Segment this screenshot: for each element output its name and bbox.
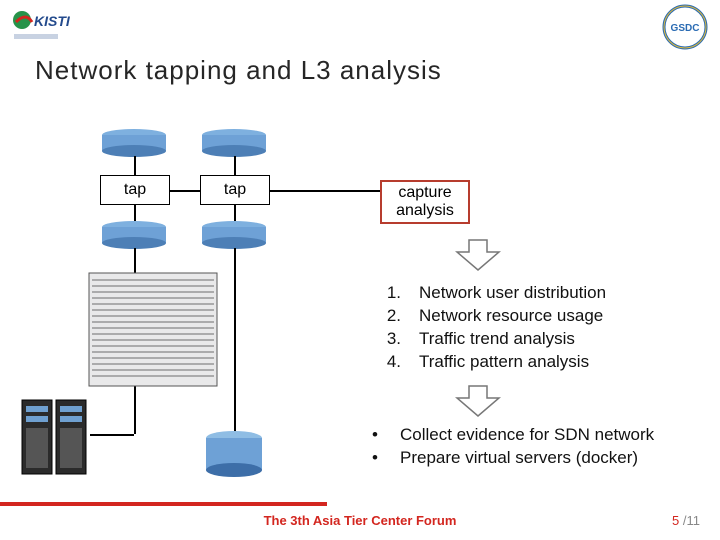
storage-rack-icon bbox=[88, 272, 218, 392]
database-icon bbox=[204, 430, 264, 478]
network-device-icon bbox=[100, 220, 168, 250]
kisti-logo: KISTI bbox=[10, 8, 90, 47]
list-item: 4.Traffic pattern analysis bbox=[385, 351, 606, 374]
page-number: 5 /11 bbox=[672, 513, 700, 528]
next-steps-list: •Collect evidence for SDN network •Prepa… bbox=[370, 424, 654, 470]
gsdc-logo: GSDC bbox=[662, 4, 708, 55]
tap-box-1: tap bbox=[100, 175, 170, 205]
network-diagram: tap tap capture analysis bbox=[60, 120, 380, 490]
tap-label: tap bbox=[124, 181, 146, 199]
svg-text:KISTI: KISTI bbox=[34, 13, 71, 29]
list-item: 3.Traffic trend analysis bbox=[385, 328, 606, 351]
capture-analysis-label: capture analysis bbox=[396, 184, 454, 219]
list-item: •Collect evidence for SDN network bbox=[370, 424, 654, 447]
arrow-down-icon bbox=[455, 384, 501, 423]
page-title: Network tapping and L3 analysis bbox=[35, 55, 442, 86]
tap-box-2: tap bbox=[200, 175, 270, 205]
svg-text:GSDC: GSDC bbox=[671, 23, 700, 34]
arrow-down-icon bbox=[455, 238, 501, 277]
footer-title: The 3th Asia Tier Center Forum bbox=[0, 513, 720, 528]
analysis-list: 1.Network user distribution 2.Network re… bbox=[385, 282, 606, 374]
capture-analysis-box: capture analysis bbox=[380, 180, 470, 224]
list-item: •Prepare virtual servers (docker) bbox=[370, 447, 654, 470]
server-towers-icon bbox=[20, 398, 90, 481]
network-device-icon bbox=[100, 128, 168, 158]
tap-label: tap bbox=[224, 181, 246, 199]
footer-accent-bar bbox=[0, 502, 327, 506]
network-device-icon bbox=[200, 128, 268, 158]
list-item: 1.Network user distribution bbox=[385, 282, 606, 305]
list-item: 2.Network resource usage bbox=[385, 305, 606, 328]
network-device-icon bbox=[200, 220, 268, 250]
